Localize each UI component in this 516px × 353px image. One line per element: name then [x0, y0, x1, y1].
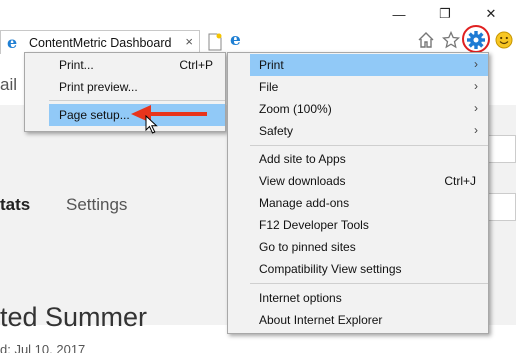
browser-tab[interactable]: e ContentMetric Dashboard × — [0, 30, 200, 54]
print-submenu: Print... Ctrl+P Print preview... Page se… — [24, 52, 226, 132]
stats-tab[interactable]: tats — [0, 195, 30, 215]
menu-item-add-site-to-apps[interactable]: Add site to Apps — [250, 148, 488, 170]
menu-item-label: Safety — [259, 124, 294, 138]
page-date: d: Jul 10, 2017 — [0, 342, 86, 353]
menu-item-shortcut: Ctrl+J — [444, 174, 476, 188]
restore-button[interactable]: ❐ — [430, 4, 460, 24]
menu-item-label: Manage add-ons — [259, 196, 350, 210]
new-tab-button[interactable] — [204, 31, 226, 53]
browser-chrome: — ❐ ✕ e ContentMetric Dashboard × e — [0, 0, 516, 55]
minimize-button[interactable]: — — [384, 4, 414, 24]
ie-logo-icon: e — [7, 32, 18, 52]
menu-item-internet-options[interactable]: Internet options — [250, 287, 488, 309]
menu-item-f12-developer-tools[interactable]: F12 Developer Tools — [250, 214, 488, 236]
menu-separator — [49, 100, 225, 101]
mouse-pointer-icon — [145, 114, 159, 138]
menu-item-label: Internet options — [259, 291, 342, 305]
menu-item-label: Compatibility View settings — [259, 262, 402, 276]
menu-item-label: Page setup... — [59, 108, 130, 122]
new-tab-icon — [208, 33, 222, 51]
menu-item-label: Add site to Apps — [259, 152, 346, 166]
search-box-partial[interactable] — [486, 135, 516, 163]
smiley-feedback-icon[interactable] — [494, 30, 514, 50]
menu-item-label: Zoom (100%) — [259, 102, 332, 116]
menu-item-print[interactable]: Print › — [250, 54, 488, 76]
menu-item-file[interactable]: File › — [250, 76, 488, 98]
menu-item-view-downloads[interactable]: View downloads Ctrl+J — [250, 170, 488, 192]
ie-tab-logo-icon[interactable]: e — [230, 30, 250, 52]
menu-item-shortcut: Ctrl+P — [179, 58, 213, 72]
submenu-arrow-icon: › — [474, 57, 478, 71]
favorites-star-icon[interactable] — [441, 30, 461, 50]
menu-item-print-preview[interactable]: Print preview... — [49, 76, 225, 98]
menu-item-about-internet-explorer[interactable]: About Internet Explorer — [250, 309, 488, 331]
nav-link-partial[interactable]: ail — [0, 75, 17, 95]
menu-item-label: F12 Developer Tools — [259, 218, 369, 232]
submenu-arrow-icon: › — [474, 101, 478, 115]
menu-item-label: File — [259, 80, 279, 94]
close-window-button[interactable]: ✕ — [476, 4, 506, 24]
submenu-arrow-icon: › — [474, 123, 478, 137]
home-icon[interactable] — [416, 30, 436, 50]
menu-item-label: Go to pinned sites — [259, 240, 356, 254]
menu-item-label: Print — [259, 58, 284, 72]
menu-item-label: Print... — [59, 58, 94, 72]
submenu-arrow-icon: › — [474, 79, 478, 93]
menu-item-compatibility-view-settings[interactable]: Compatibility View settings — [250, 258, 488, 280]
menu-item-label: Print preview... — [59, 80, 138, 94]
page-title: ted Summer — [0, 302, 148, 332]
settings-tab[interactable]: Settings — [66, 195, 127, 215]
menu-separator — [250, 283, 488, 284]
menu-item-safety[interactable]: Safety › — [250, 120, 488, 142]
tools-menu: Print › File › Zoom (100%) › Safety › Ad… — [227, 52, 489, 334]
menu-item-label: View downloads — [259, 174, 346, 188]
menu-item-label: About Internet Explorer — [259, 313, 383, 327]
filter-box-partial[interactable] — [486, 193, 516, 221]
gear-highlight-circle — [462, 25, 490, 53]
menu-item-zoom[interactable]: Zoom (100%) › — [250, 98, 488, 120]
tab-title: ContentMetric Dashboard — [29, 35, 172, 50]
menu-item-print[interactable]: Print... Ctrl+P — [49, 54, 225, 76]
menu-separator — [250, 145, 488, 146]
menu-item-manage-add-ons[interactable]: Manage add-ons — [250, 192, 488, 214]
menu-item-go-to-pinned-sites[interactable]: Go to pinned sites — [250, 236, 488, 258]
tab-close-button[interactable]: × — [185, 34, 193, 49]
